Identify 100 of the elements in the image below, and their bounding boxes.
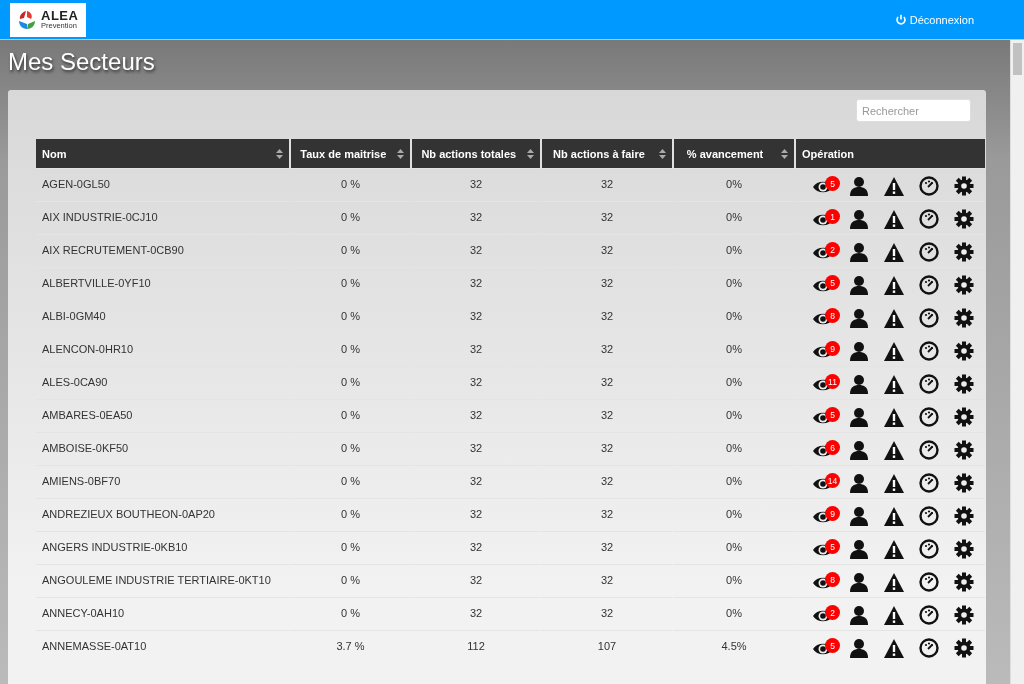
table-cell: 0 %	[341, 178, 360, 190]
person-icon[interactable]	[849, 572, 869, 593]
gauge-icon[interactable]	[919, 275, 939, 296]
warning-icon[interactable]	[884, 308, 904, 329]
warning-icon[interactable]	[884, 209, 904, 230]
table-cell: AIX RECRUTEMENT-0CB90	[42, 244, 184, 256]
person-icon[interactable]	[849, 308, 869, 329]
column-header[interactable]: Taux de maitrise	[289, 139, 410, 168]
table-cell: 32	[469, 574, 483, 586]
table-cell: 32	[469, 409, 483, 421]
table-cell: 32	[469, 376, 483, 388]
gauge-icon[interactable]	[919, 176, 939, 197]
warning-icon[interactable]	[884, 638, 904, 659]
table-cell: 0%	[726, 178, 742, 190]
person-icon[interactable]	[849, 275, 869, 296]
sort-icon[interactable]	[780, 148, 788, 159]
table-cell: 32	[469, 310, 483, 322]
warning-icon[interactable]	[884, 605, 904, 626]
gauge-icon[interactable]	[919, 539, 939, 560]
gauge-icon[interactable]	[919, 473, 939, 494]
settings-icon[interactable]	[954, 572, 974, 593]
gauge-icon[interactable]	[919, 341, 939, 362]
table-cell: 4.5%	[721, 640, 747, 652]
table-cell: 0 %	[341, 475, 360, 487]
warning-icon[interactable]	[884, 275, 904, 296]
gauge-icon[interactable]	[919, 638, 939, 659]
warning-icon[interactable]	[884, 341, 904, 362]
table-cell: 0%	[726, 442, 742, 454]
sort-icon[interactable]	[659, 148, 666, 159]
count-badge: 5	[825, 539, 840, 554]
table-cell: 0 %	[341, 244, 360, 256]
settings-icon[interactable]	[954, 605, 974, 626]
gauge-icon[interactable]	[919, 572, 939, 593]
settings-icon[interactable]	[954, 341, 974, 362]
table-cell: 32	[469, 607, 483, 619]
column-header[interactable]: Nb actions totales	[410, 139, 540, 168]
gauge-icon[interactable]	[919, 209, 939, 230]
table-cell: 0 %	[341, 574, 360, 586]
gauge-icon[interactable]	[919, 407, 939, 428]
settings-icon[interactable]	[954, 374, 974, 395]
gauge-icon[interactable]	[919, 242, 939, 263]
settings-icon[interactable]	[954, 407, 974, 428]
person-icon[interactable]	[849, 341, 869, 362]
table-cell: 0 %	[341, 541, 360, 553]
sort-icon[interactable]	[397, 148, 404, 159]
settings-icon[interactable]	[954, 638, 974, 659]
warning-icon[interactable]	[884, 374, 904, 395]
table-cell: 32	[600, 475, 614, 487]
table-cell: 32	[600, 211, 614, 223]
person-icon[interactable]	[849, 638, 869, 659]
warning-icon[interactable]	[884, 176, 904, 197]
gauge-icon[interactable]	[919, 440, 939, 461]
table-cell: 0%	[726, 310, 742, 322]
person-icon[interactable]	[849, 407, 869, 428]
count-badge: 5	[825, 176, 840, 191]
person-icon[interactable]	[849, 605, 869, 626]
table-cell: ANNECY-0AH10	[42, 607, 125, 619]
settings-icon[interactable]	[954, 473, 974, 494]
settings-icon[interactable]	[954, 506, 974, 527]
table-cell: 0%	[726, 343, 742, 355]
person-icon[interactable]	[849, 506, 869, 527]
person-icon[interactable]	[849, 473, 869, 494]
settings-icon[interactable]	[954, 275, 974, 296]
settings-icon[interactable]	[954, 209, 974, 230]
table-cell: 0 %	[341, 310, 360, 322]
sort-icon[interactable]	[526, 148, 534, 159]
person-icon[interactable]	[849, 539, 869, 560]
gauge-icon[interactable]	[919, 308, 939, 329]
settings-icon[interactable]	[954, 176, 974, 197]
person-icon[interactable]	[849, 176, 869, 197]
person-icon[interactable]	[849, 440, 869, 461]
warning-icon[interactable]	[884, 572, 904, 593]
settings-icon[interactable]	[954, 242, 974, 263]
person-icon[interactable]	[849, 242, 869, 263]
person-icon[interactable]	[849, 374, 869, 395]
table-cell: 0 %	[341, 607, 360, 619]
person-icon[interactable]	[849, 209, 869, 230]
warning-icon[interactable]	[884, 440, 904, 461]
warning-icon[interactable]	[884, 506, 904, 527]
settings-icon[interactable]	[954, 440, 974, 461]
column-header[interactable]: Nom	[36, 139, 289, 168]
page-title: Mes Secteurs	[7, 47, 155, 76]
table-cell: 0%	[726, 574, 742, 586]
column-header[interactable]: % avancement	[672, 139, 794, 168]
table-cell: 32	[469, 475, 483, 487]
warning-icon[interactable]	[884, 407, 904, 428]
warning-icon[interactable]	[884, 473, 904, 494]
settings-icon[interactable]	[954, 539, 974, 560]
gauge-icon[interactable]	[919, 605, 939, 626]
search-field[interactable]: Rechercher	[856, 99, 971, 122]
table-cell: 32	[469, 442, 483, 454]
gauge-icon[interactable]	[919, 374, 939, 395]
warning-icon[interactable]	[884, 539, 904, 560]
gauge-icon[interactable]	[919, 506, 939, 527]
table-cell: AGEN-0GL50	[42, 178, 110, 190]
settings-icon[interactable]	[954, 308, 974, 329]
sort-icon[interactable]	[276, 148, 283, 159]
scrollbar-thumb[interactable]	[1013, 43, 1022, 75]
warning-icon[interactable]	[884, 242, 904, 263]
column-header[interactable]: Nb actions à faire	[540, 139, 672, 168]
